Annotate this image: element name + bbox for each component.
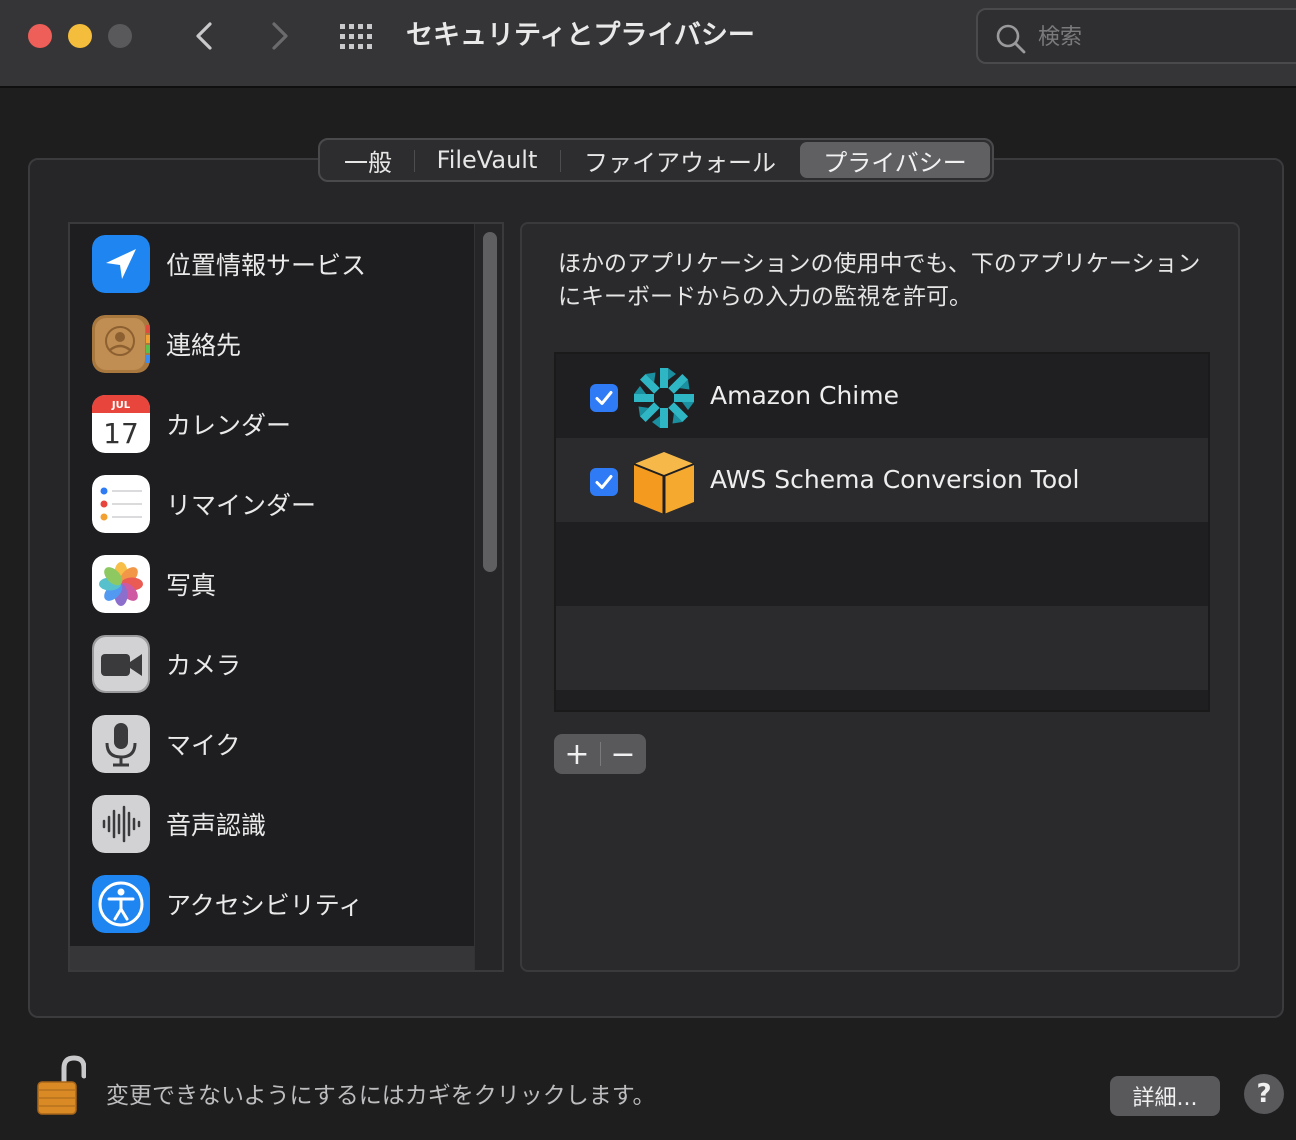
calendar-month: JUL [111,400,131,411]
tab-label: 一般 [344,148,392,177]
tab-bar: 一般 FileVault ファイアウォール プライバシー [318,138,994,182]
tab-privacy[interactable]: プライバシー [800,142,990,178]
camera-icon [92,635,150,693]
sidebar-item-speech-recognition[interactable]: 音声認識 [70,784,474,864]
app-list[interactable]: Amazon Chime AWS Schema Conversion Tool [554,352,1210,712]
privacy-category-list[interactable]: 位置情報サービス 連絡先 JUL 17 カレンダー リマインダー 写真 カメラ … [68,222,504,972]
sidebar-item-label: アクセシビリティ [166,891,364,920]
accessibility-icon [92,875,150,933]
zoom-window-button[interactable] [108,24,132,48]
back-button[interactable] [190,18,220,54]
unlocked-padlock-icon [37,1055,86,1115]
lock-hint-text: 変更できないようにするにはカギをクリックします。 [106,1083,656,1109]
app-checkbox[interactable] [590,384,618,412]
contacts-icon [92,315,150,373]
search-field[interactable] [976,8,1296,64]
checkmark-icon [595,475,613,489]
sidebar-item-label: リマインダー [166,491,317,520]
reminders-icon [92,475,150,533]
calendar-icon: JUL 17 [92,395,150,453]
tab-filevault[interactable]: FileVault [414,142,560,178]
amazon-chime-icon [630,364,698,432]
add-remove-control: + − [554,734,646,774]
grid-icon [340,24,372,49]
table-row [556,606,1208,690]
sidebar-item-calendar[interactable]: JUL 17 カレンダー [70,384,474,464]
app-name: Amazon Chime [710,381,899,410]
window-title: セキュリティとプライバシー [406,20,755,51]
input-monitoring-panel: ほかのアプリケーションの使用中でも、下のアプリケーションにキーボードからの入力の… [520,222,1240,972]
sidebar-item-label: カレンダー [166,411,292,440]
sidebar-item-reminders[interactable]: リマインダー [70,464,474,544]
speech-recognition-icon [92,795,150,853]
add-app-button[interactable]: + [554,734,600,774]
show-all-button[interactable] [338,22,378,52]
sidebar-item-contacts[interactable]: 連絡先 [70,304,474,384]
sidebar-item-accessibility[interactable]: アクセシビリティ [70,864,474,944]
search-input[interactable] [1038,20,1268,54]
advanced-button[interactable]: 詳細... [1110,1076,1220,1116]
table-row[interactable]: AWS Schema Conversion Tool [556,438,1208,522]
list-item-partial[interactable] [70,946,474,970]
aws-sct-icon [630,448,698,516]
table-row [556,522,1208,606]
tab-label: ファイアウォール [584,148,776,177]
sidebar-item-label: マイク [166,731,241,760]
app-checkbox[interactable] [590,468,618,496]
close-window-button[interactable] [28,24,52,48]
table-row [556,690,1208,710]
microphone-icon [92,715,150,773]
lock-button[interactable] [34,1054,86,1118]
minimize-window-button[interactable] [68,24,92,48]
sidebar-item-microphone[interactable]: マイク [70,704,474,784]
scrollbar-thumb[interactable] [483,232,497,572]
sidebar-item-label: カメラ [166,651,242,680]
tab-firewall[interactable]: ファイアウォール [560,142,800,178]
checkmark-icon [595,391,613,405]
sidebar-item-label: 音声認識 [166,811,267,840]
chevron-left-icon [196,22,212,50]
sidebar-item-location-services[interactable]: 位置情報サービス [70,224,474,304]
help-button[interactable]: ? [1244,1074,1284,1114]
list-scrollbar[interactable] [474,224,502,970]
table-row[interactable]: Amazon Chime [556,354,1208,438]
photos-icon [92,555,150,613]
sidebar-item-label: 位置情報サービス [166,251,367,280]
tab-label: FileVault [436,146,538,174]
forward-button[interactable] [264,18,294,54]
calendar-day: 17 [103,417,139,450]
sidebar-item-label: 写真 [166,571,217,600]
location-arrow-icon [92,235,150,293]
sidebar-item-photos[interactable]: 写真 [70,544,474,624]
app-name: AWS Schema Conversion Tool [710,465,1080,494]
title-bar: セキュリティとプライバシー [0,0,1296,88]
tab-general[interactable]: 一般 [322,142,414,178]
sidebar-item-camera[interactable]: カメラ [70,624,474,704]
panel-description: ほかのアプリケーションの使用中でも、下のアプリケーションにキーボードからの入力の… [558,251,1201,310]
sidebar-item-label: 連絡先 [166,331,242,360]
search-icon [996,24,1026,54]
remove-app-button[interactable]: − [600,734,646,774]
chevron-right-icon [272,22,288,50]
tab-label: プライバシー [823,148,967,177]
